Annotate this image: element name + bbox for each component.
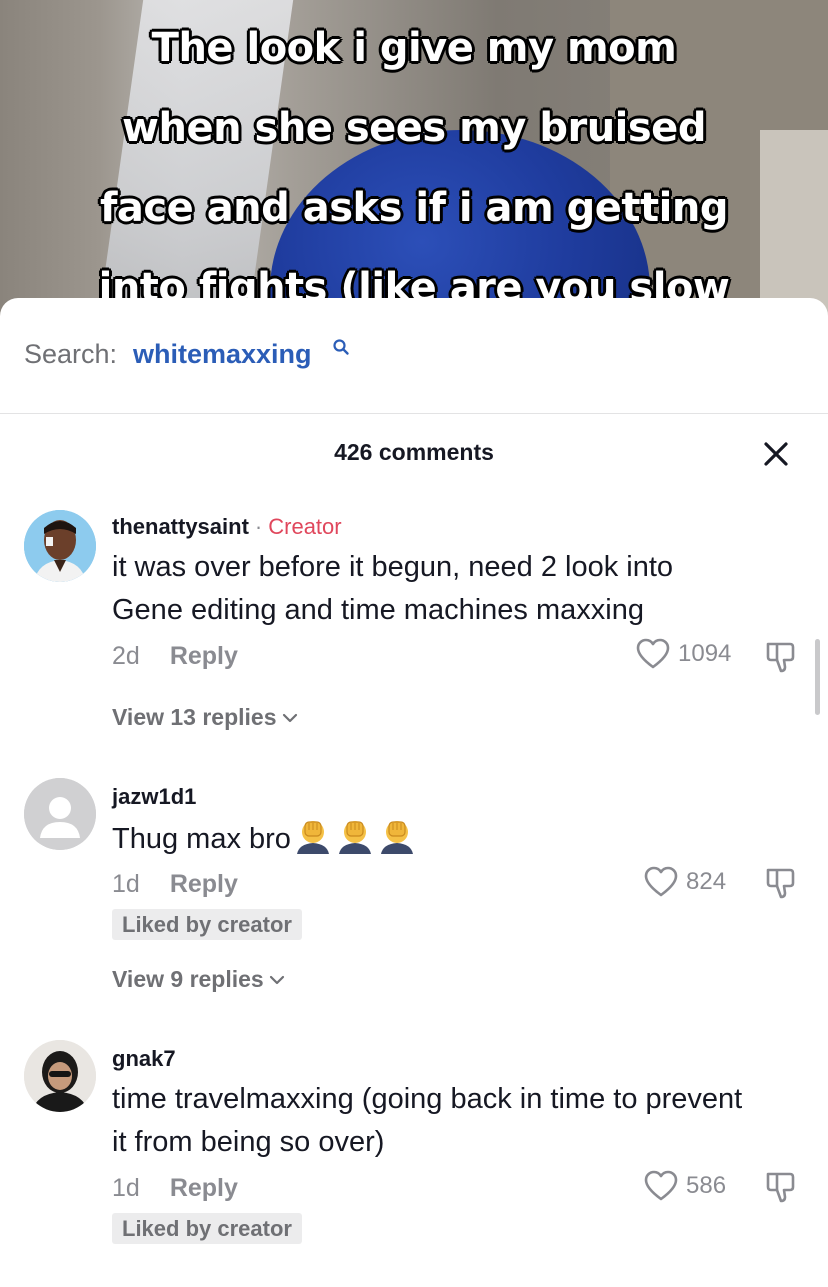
- like-button[interactable]: 824: [644, 866, 726, 898]
- search-icon[interactable]: [332, 338, 350, 356]
- avatar[interactable]: [24, 510, 96, 582]
- comment-username[interactable]: jazw1d1: [112, 784, 196, 810]
- comments-header: 426 comments: [0, 414, 828, 492]
- facepalm-emoji: [338, 821, 371, 854]
- reply-button[interactable]: Reply: [170, 1174, 238, 1202]
- comment-meta: 1d Reply: [112, 870, 238, 899]
- default-avatar-icon: [24, 778, 96, 850]
- comment-text-line: it was over before it begun, need 2 look…: [112, 551, 674, 583]
- chevron-down-icon: [282, 713, 297, 722]
- liked-by-creator-badge: Liked by creator: [112, 1213, 302, 1244]
- related-search-bar[interactable]: Search: whitemaxxing: [0, 298, 828, 414]
- reply-button[interactable]: Reply: [170, 870, 238, 898]
- comment-text: Thug max bro: [112, 818, 812, 861]
- comment-text: it was over before it begun, need 2 look…: [112, 546, 812, 632]
- comment-age: 1d: [112, 1174, 140, 1202]
- video-preview[interactable]: The look i give my mom when she sees my …: [0, 0, 828, 330]
- like-button[interactable]: 1094: [636, 638, 731, 670]
- view-replies-button[interactable]: View 9 replies: [112, 966, 286, 993]
- comments-count: 426 comments: [334, 439, 494, 465]
- avatar-image: [24, 510, 96, 582]
- comment-text-line: Thug max bro: [112, 823, 291, 855]
- heart-icon: [644, 866, 678, 897]
- facepalm-emoji: [380, 821, 413, 854]
- comment-text: time travelmaxxing (going back in time t…: [112, 1078, 812, 1164]
- comment-text-line: Gene editing and time machines maxxing: [112, 594, 644, 626]
- creator-label: Creator: [268, 514, 342, 539]
- comment-text-line: time travelmaxxing (going back in time t…: [112, 1083, 743, 1115]
- separator-dot: ·: [254, 514, 263, 539]
- like-count: 1094: [678, 640, 732, 667]
- view-replies-button[interactable]: View 13 replies: [112, 704, 299, 731]
- comment-meta: 2d Reply: [112, 642, 238, 671]
- dislike-icon[interactable]: [764, 1170, 798, 1204]
- dislike-icon[interactable]: [764, 640, 798, 674]
- comment-username[interactable]: thenattysaint · Creator: [112, 514, 342, 540]
- comment-age: 1d: [112, 870, 140, 898]
- creator-tag: · Creator: [249, 514, 342, 539]
- like-count: 824: [686, 868, 727, 895]
- search-term-link[interactable]: whitemaxxing: [133, 339, 312, 370]
- view-replies-label: View 13 replies: [112, 704, 277, 730]
- caption-line: when she sees my bruised: [122, 105, 706, 151]
- view-replies-label: View 9 replies: [112, 966, 264, 992]
- close-icon[interactable]: [760, 438, 792, 470]
- username-text[interactable]: thenattysaint: [112, 514, 249, 539]
- comment-age: 2d: [112, 642, 140, 670]
- avatar[interactable]: [24, 778, 96, 850]
- liked-by-creator-badge: Liked by creator: [112, 909, 302, 940]
- username-text[interactable]: jazw1d1: [112, 784, 196, 809]
- avatar[interactable]: [24, 1040, 96, 1112]
- caption-line: face and asks if i am getting: [100, 185, 728, 231]
- comment-text-line: it from being so over): [112, 1126, 385, 1158]
- dislike-icon[interactable]: [764, 866, 798, 900]
- reply-button[interactable]: Reply: [170, 642, 238, 670]
- comments-sheet: Search: whitemaxxing 426 comments thenat…: [0, 298, 828, 1287]
- facepalm-emoji: [296, 821, 329, 854]
- video-caption: The look i give my mom when she sees my …: [0, 8, 828, 328]
- avatar-image: [24, 1040, 96, 1112]
- comment-username[interactable]: gnak7: [112, 1046, 176, 1072]
- heart-icon: [636, 638, 670, 669]
- heart-icon: [644, 1170, 678, 1201]
- caption-line: The look i give my mom: [151, 25, 677, 71]
- scrollbar[interactable]: [815, 639, 820, 715]
- like-count: 586: [686, 1172, 727, 1199]
- username-text[interactable]: gnak7: [112, 1046, 176, 1071]
- search-prefix-label: Search:: [24, 339, 118, 369]
- chevron-down-icon: [269, 975, 284, 984]
- like-button[interactable]: 586: [644, 1170, 726, 1202]
- comment-meta: 1d Reply: [112, 1174, 238, 1203]
